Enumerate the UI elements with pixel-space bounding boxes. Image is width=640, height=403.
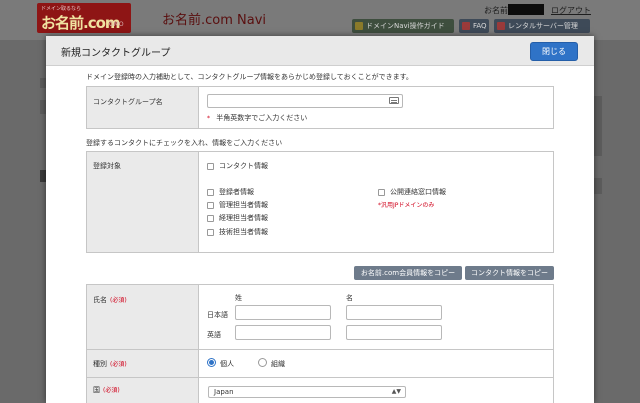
country-select-value: Japan (214, 388, 234, 396)
individual-radio[interactable] (207, 358, 216, 367)
jp-only-note: *汎用JPドメインのみ (378, 202, 435, 209)
billing-checkbox[interactable] (207, 215, 214, 222)
japanese-row-label: 日本語 (207, 311, 228, 319)
group-name-label-cell: コンタクトグループ名 (87, 87, 199, 128)
english-row-label: 英語 (207, 331, 221, 339)
organization-label: 組織 (271, 360, 285, 368)
country-required: (必須) (103, 387, 120, 394)
registration-label: 登録対象 (93, 162, 121, 170)
registration-table: 登録対象 コンタクト情報 登録者情報 管理担当者情報 経理担当者情報 技術担当者… (86, 151, 554, 253)
admin-checkbox[interactable] (207, 202, 214, 209)
first-name-japanese-input[interactable] (346, 305, 442, 320)
background-fragment (594, 178, 602, 194)
first-name-english-input[interactable] (346, 325, 442, 340)
public-contact-label: 公開連絡窓口情報 (390, 188, 446, 196)
check-instruction: 登録するコンタクトにチェックを入れ、情報をご入力ください (86, 139, 283, 147)
close-button[interactable]: 閉じる (530, 42, 578, 61)
logout-link[interactable]: ログアウト (551, 5, 591, 16)
contact-info-label: コンタクト情報 (219, 162, 268, 170)
name-required: (必須) (110, 297, 127, 304)
guide-icon (355, 22, 363, 30)
guide-button-label: ドメインNavi操作ガイド (366, 22, 445, 30)
type-label-text: 種別 (93, 360, 107, 368)
logo-sub: GMO (109, 21, 124, 28)
keyboard-icon (389, 97, 399, 104)
last-name-japanese-input[interactable] (235, 305, 331, 320)
registration-label-cell: 登録対象 (87, 152, 199, 252)
country-label-text: 国 (93, 386, 100, 394)
registrant-label: 登録者情報 (219, 188, 254, 196)
user-id-redacted (508, 4, 544, 15)
public-contact-checkbox[interactable] (378, 189, 385, 196)
admin-label: 管理担当者情報 (219, 201, 268, 209)
background-fragment (594, 96, 602, 156)
billing-label: 経理担当者情報 (219, 214, 268, 222)
background-header: ドメイン取るなら お名前.com GMO お名前.com Navi お名前ID … (0, 0, 640, 40)
group-name-hint: * 半角英数字でご入力ください (207, 113, 307, 123)
name-label-text: 氏名 (93, 296, 107, 304)
hint-text: 半角英数字でご入力ください (216, 114, 308, 122)
hint-mark: * (207, 115, 210, 122)
new-contact-group-modal: 新規コンタクトグループ 閉じる ドメイン登録時の入力補助として、コンタクトグルー… (46, 36, 594, 403)
last-name-column: 姓 (235, 294, 242, 302)
copy-contact-info-button[interactable]: コンタクト情報をコピー (465, 266, 554, 280)
last-name-english-input[interactable] (235, 325, 331, 340)
type-required: (必須) (110, 361, 127, 368)
site-title: お名前.com Navi (162, 13, 267, 28)
guide-button[interactable]: ドメインNavi操作ガイド (352, 19, 454, 33)
tech-label: 技術担当者情報 (219, 228, 268, 236)
cart-icon (497, 22, 505, 30)
country-label: 国 (必須) (93, 385, 120, 395)
group-name-input[interactable] (207, 94, 403, 108)
group-name-label: コンタクトグループ名 (93, 98, 163, 106)
logo-text: お名前.com (41, 14, 121, 32)
copy-member-info-button[interactable]: お名前.com会員情報をコピー (354, 266, 462, 280)
tech-checkbox[interactable] (207, 229, 214, 236)
organization-radio[interactable] (258, 358, 267, 367)
intro-text: ドメイン登録時の入力補助として、コンタクトグループ情報をあらかじめ登録しておくこ… (86, 73, 413, 81)
faq-button-label: FAQ (473, 22, 487, 30)
first-name-column: 名 (346, 294, 353, 302)
individual-label: 個人 (220, 360, 234, 368)
country-select[interactable]: Japan ▲▼ (208, 386, 406, 398)
modal-title: 新規コンタクトグループ (61, 48, 171, 59)
group-name-table: コンタクトグループ名 * 半角英数字でご入力ください (86, 86, 554, 129)
registrant-checkbox[interactable] (207, 189, 214, 196)
name-label: 氏名 (必須) (93, 295, 127, 305)
faq-icon (462, 22, 470, 30)
row-divider (87, 349, 553, 350)
rental-server-button[interactable]: レンタルサーバー管理 (494, 19, 590, 33)
rental-server-button-label: レンタルサーバー管理 (508, 22, 578, 30)
select-arrows-icon: ▲▼ (391, 388, 401, 395)
modal-header: 新規コンタクトグループ 閉じる (46, 36, 594, 66)
type-label: 種別 (必須) (93, 359, 127, 369)
logo-tagline: ドメイン取るなら (41, 6, 82, 12)
row-divider (87, 377, 553, 378)
contact-info-checkbox[interactable] (207, 163, 214, 170)
site-logo: ドメイン取るなら お名前.com GMO (37, 3, 131, 33)
faq-button[interactable]: FAQ (459, 19, 489, 33)
